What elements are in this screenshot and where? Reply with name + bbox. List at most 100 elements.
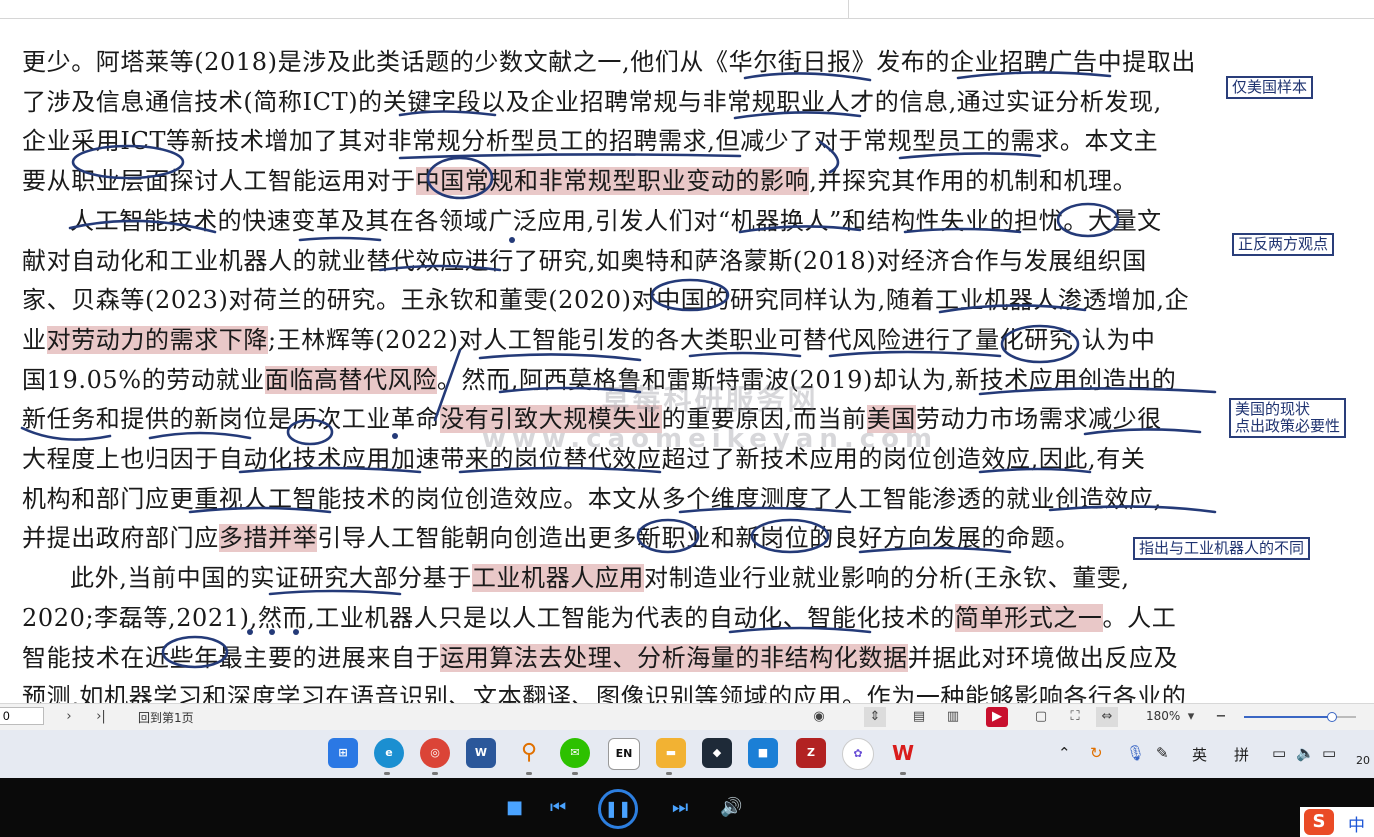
next-icon[interactable]: ⏭ xyxy=(672,798,688,818)
text-span: 并据此对环境做出反应及 xyxy=(907,644,1179,672)
zoom-slider[interactable] xyxy=(1244,712,1356,722)
zoom-out-icon[interactable]: − xyxy=(1210,707,1232,727)
text-span: 的重要原因,而当前 xyxy=(661,405,867,433)
fit-page-icon[interactable]: ▢ xyxy=(1030,707,1052,727)
volume-icon[interactable]: 🔊 xyxy=(720,798,742,818)
text-line: 国19.05%的劳动就业面临高替代风险。然而,阿西莫格鲁和雷斯特雷波(2019)… xyxy=(22,365,1218,395)
text-span: 引导人工智能朝向创造出更多新职业和新岗位的良好方向发展的命题。 xyxy=(317,524,1080,552)
chrome-icon[interactable]: ◎ xyxy=(420,738,450,768)
eye-view-icon[interactable]: ◉ xyxy=(808,707,830,727)
text-span: 智能技术在近些年最主要的进展来自于 xyxy=(22,644,441,672)
fit-width-icon[interactable]: ⇔ xyxy=(1096,707,1118,727)
tray-sync-icon[interactable]: ↻ xyxy=(1090,744,1103,762)
network-icon[interactable]: ▭ xyxy=(1272,744,1286,762)
stop-icon[interactable]: ■ xyxy=(506,798,523,818)
text-span: 。人工 xyxy=(1102,604,1177,632)
clock[interactable]: 20 xyxy=(1356,754,1370,767)
volume-icon[interactable]: 🔈 xyxy=(1296,744,1315,762)
text-span: 国19.05%的劳动就业 xyxy=(22,366,265,394)
margin-note-line: 美国的现状 xyxy=(1235,400,1311,418)
running-indicator xyxy=(666,772,672,775)
text-span: ;王林辉等(2022)对人工智能引发的各大类职业可替代风险进行了量化研究,认为中 xyxy=(268,326,1156,354)
fit-screen-icon[interactable]: ⛶ xyxy=(1064,707,1086,727)
running-indicator xyxy=(384,772,390,775)
play-slideshow-icon[interactable]: ▶ xyxy=(986,707,1008,727)
highlighted-text: 对劳动力的需求下降 xyxy=(46,326,269,354)
ime-language: 中 xyxy=(1348,816,1365,836)
margin-note-two-views: 正反两方观点 xyxy=(1232,233,1335,256)
highlighted-text: 面临高替代风险 xyxy=(264,366,437,394)
text-span: 并提出政府部门应 xyxy=(22,524,219,552)
zoom-slider-knob[interactable] xyxy=(1327,712,1338,722)
text-span: 此外,当前中国的实证研究大部分基于 xyxy=(70,564,472,592)
pen-icon[interactable]: ✎ xyxy=(1156,744,1169,762)
text-span: 大程度上也归因于自动化技术应用加速带来的岗位替代效应超过了新技术应用的岗位创造效… xyxy=(22,445,1146,473)
last-page-button[interactable]: ›| xyxy=(90,707,112,727)
text-span: 企业采用ICT等新技术增加了其对非常规分析型员工的招聘需求,但减少了对于常规型员… xyxy=(22,127,1159,155)
text-span: 家、贝森等(2023)对荷兰的研究。王永钦和董雯(2020)对中国的研究同样认为… xyxy=(22,286,1190,314)
running-indicator xyxy=(572,772,578,775)
highlighted-text: 多措并举 xyxy=(218,524,318,552)
highlighted-text: 没有引致大规模失业 xyxy=(440,405,662,433)
battery-icon[interactable]: ▭ xyxy=(1322,744,1336,762)
pause-button[interactable]: ❚❚ xyxy=(598,789,638,829)
zoom-level[interactable]: 180% xyxy=(1146,709,1180,723)
file-explorer-icon[interactable]: ▬ xyxy=(656,738,686,768)
wechat-icon[interactable]: ✉ xyxy=(560,738,590,768)
document-view: 更少。阿塔莱等(2018)是涉及此类话题的少数文献之一,他们从《华尔街日报》发布… xyxy=(0,0,1374,703)
previous-icon[interactable]: ⏮ xyxy=(550,798,566,818)
text-span: ,并探究其作用的机制和机理。 xyxy=(809,167,1138,195)
text-line: 企业采用ICT等新技术增加了其对非常规分析型员工的招聘需求,但减少了对于常规型员… xyxy=(22,126,1218,156)
zoom-dropdown-icon[interactable]: ▾ xyxy=(1180,707,1202,727)
margin-note-us-sample: 仅美国样本 xyxy=(1226,76,1314,99)
flower-app-icon[interactable]: ✿ xyxy=(842,738,874,770)
text-line: 机构和部门应更重视人工智能技术的岗位创造效应。本文从多个维度测度了人工智能渗透的… xyxy=(22,484,1218,514)
text-span: 更少。阿塔莱等(2018)是涉及此类话题的少数文献之一,他们从《华尔街日报》发布… xyxy=(22,48,1197,76)
viewer-status-bar: › ›| 回到第1页 ◉ ⇕ ▤ ▥ ▶ ▢ ⛶ ⇔ 180% ▾ − xyxy=(0,703,1374,730)
edge-icon[interactable]: e xyxy=(374,738,404,768)
text-span: 2020;李磊等,2021),然而,工业机器人只是以人工智能为代表的自动化、智能… xyxy=(22,604,955,632)
en-dictionary-icon[interactable]: EN xyxy=(608,738,640,770)
text-span: 人工智能技术的快速变革及其在各领域广泛应用,引发人们对“机器换人”和结构性失业的… xyxy=(70,207,1162,235)
text-span: 献对自动化和工业机器人的就业替代效应进行了研究,如奥特和萨洛蒙斯(2018)对经… xyxy=(22,247,1147,275)
highlighted-text: 工业机器人应用 xyxy=(471,564,645,592)
highlighted-text: 中国常规和非常规型职业变动的影响 xyxy=(415,167,810,195)
ime-mode[interactable]: 拼 xyxy=(1234,744,1249,765)
sogou-logo: S xyxy=(1304,809,1334,835)
text-line: 更少。阿塔莱等(2018)是涉及此类话题的少数文献之一,他们从《华尔街日报》发布… xyxy=(22,47,1218,77)
margin-note-line: 点出政策必要性 xyxy=(1235,417,1341,435)
header-panel xyxy=(848,0,1374,18)
text-line: 献对自动化和工业机器人的就业替代效应进行了研究,如奥特和萨洛蒙斯(2018)对经… xyxy=(22,246,1218,276)
wps-icon[interactable]: W xyxy=(888,738,918,768)
fit-height-icon[interactable]: ⇕ xyxy=(864,707,886,727)
blue-app-icon[interactable]: ■ xyxy=(748,738,778,768)
input-language[interactable]: 英 xyxy=(1192,744,1207,765)
two-page-icon[interactable]: ▥ xyxy=(942,707,964,727)
page-number-input[interactable] xyxy=(0,707,44,725)
running-indicator xyxy=(432,772,438,775)
sogou-ime-badge[interactable]: S 中 xyxy=(1300,807,1374,837)
text-span: 对制造业行业就业影响的分析(王永钦、董雯, xyxy=(644,564,1130,592)
header-divider xyxy=(0,18,1374,19)
single-page-icon[interactable]: ▤ xyxy=(908,707,930,727)
microphone-icon[interactable]: 🎙 xyxy=(1126,744,1145,762)
text-span: 要从职业层面探讨人工智能运用对于 xyxy=(22,167,416,195)
highlighted-text: 运用算法去处理、分析海量的非结构化数据 xyxy=(440,644,908,672)
highlighted-text: 美国 xyxy=(866,405,916,433)
cube-app-icon[interactable]: ◆ xyxy=(702,738,732,768)
red-app-icon[interactable]: Z xyxy=(796,738,826,768)
word-icon[interactable]: W xyxy=(466,738,496,768)
search-tool-icon[interactable]: ⚲ xyxy=(514,738,544,768)
back-to-first-page-link[interactable]: 回到第1页 xyxy=(138,709,194,726)
windows-taskbar: ⊞ e ◎ W ⚲ ✉ EN ▬ ◆ ■ Z ✿ W ⌃ ↻ 🎙 ✎ 英 拼 ▭… xyxy=(0,730,1374,778)
text-span: 新任务和提供的新岗位是历次工业革命 xyxy=(22,405,441,433)
tray-chevron-up-icon[interactable]: ⌃ xyxy=(1058,744,1071,762)
next-page-button[interactable]: › xyxy=(58,707,80,727)
margin-note-us-status: 美国的现状 点出政策必要性 xyxy=(1229,398,1347,438)
text-line: 业对劳动力的需求下降;王林辉等(2022)对人工智能引发的各大类职业可替代风险进… xyxy=(22,325,1218,355)
margin-note-robot-diff: 指出与工业机器人的不同 xyxy=(1133,537,1311,560)
text-line: 了涉及信息通信技术(简称ICT)的关键字段以及企业招聘常规与非常规职业人才的信息… xyxy=(22,87,1218,117)
text-span: 劳动力市场需求减少很 xyxy=(915,405,1162,433)
text-line: 并提出政府部门应多措并举引导人工智能朝向创造出更多新职业和新岗位的良好方向发展的… xyxy=(22,523,1218,553)
windows-start-icon[interactable]: ⊞ xyxy=(328,738,358,768)
